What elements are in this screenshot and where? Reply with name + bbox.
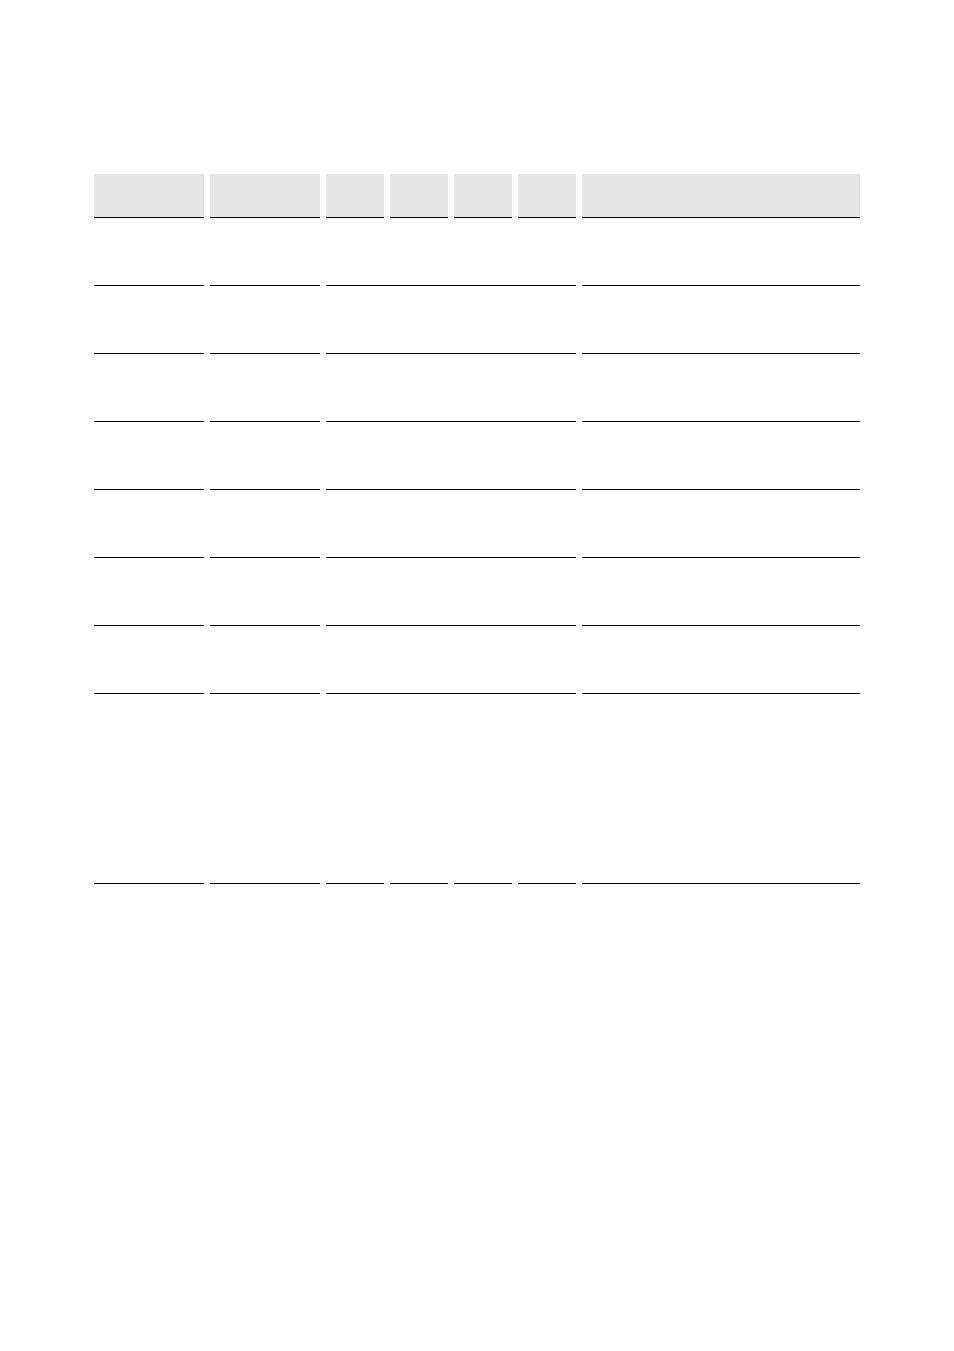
table-header-cell	[94, 174, 204, 218]
table-cell	[326, 558, 576, 626]
table-row	[94, 694, 860, 884]
page	[0, 0, 954, 1351]
table-body	[94, 218, 860, 1069]
table-row	[94, 422, 860, 490]
table-cell	[94, 626, 204, 694]
table-cell	[326, 490, 576, 558]
table-cell	[326, 354, 576, 422]
table-cell	[582, 694, 860, 884]
table-cell	[94, 558, 204, 626]
table-row	[94, 354, 860, 422]
table-header-cell	[582, 174, 860, 218]
table-header-cell	[210, 174, 320, 218]
table-cell	[210, 490, 320, 558]
table-row	[94, 558, 860, 626]
table-row	[94, 490, 860, 558]
table-cell	[94, 286, 204, 354]
table-cell	[518, 694, 576, 884]
table-cell	[326, 884, 384, 1069]
table-cell	[326, 694, 384, 884]
table-cell	[210, 626, 320, 694]
table-cell	[210, 884, 320, 1069]
table-cell	[210, 422, 320, 490]
table-cell	[94, 422, 204, 490]
table-cell	[326, 218, 576, 286]
table-header-cell	[390, 174, 448, 218]
table-cell	[210, 354, 320, 422]
table-row	[94, 884, 860, 1069]
table-cell	[454, 884, 512, 1069]
table-header-row	[94, 174, 860, 218]
table-cell	[94, 490, 204, 558]
table-cell	[582, 626, 860, 694]
table-header-cell	[518, 174, 576, 218]
table-cell	[210, 286, 320, 354]
table-cell	[582, 884, 860, 1069]
table-cell	[94, 218, 204, 286]
table-row	[94, 286, 860, 354]
table-cell	[582, 286, 860, 354]
table-cell	[326, 422, 576, 490]
table-cell	[210, 694, 320, 884]
table-header-cell	[326, 174, 384, 218]
table-cell	[94, 884, 204, 1069]
table-cell	[582, 490, 860, 558]
table-cell	[326, 626, 576, 694]
table-cell	[390, 884, 448, 1069]
table-cell	[582, 558, 860, 626]
table-cell	[326, 286, 576, 354]
table-cell	[210, 218, 320, 286]
table-cell	[94, 694, 204, 884]
table-row	[94, 218, 860, 286]
table-cell	[518, 884, 576, 1069]
table-cell	[582, 422, 860, 490]
data-table	[88, 174, 866, 1069]
table-cell	[582, 218, 860, 286]
table-cell	[94, 354, 204, 422]
table-cell	[454, 694, 512, 884]
table-header-cell	[454, 174, 512, 218]
table-cell	[390, 694, 448, 884]
table-cell	[582, 354, 860, 422]
table-cell	[210, 558, 320, 626]
table-row	[94, 626, 860, 694]
